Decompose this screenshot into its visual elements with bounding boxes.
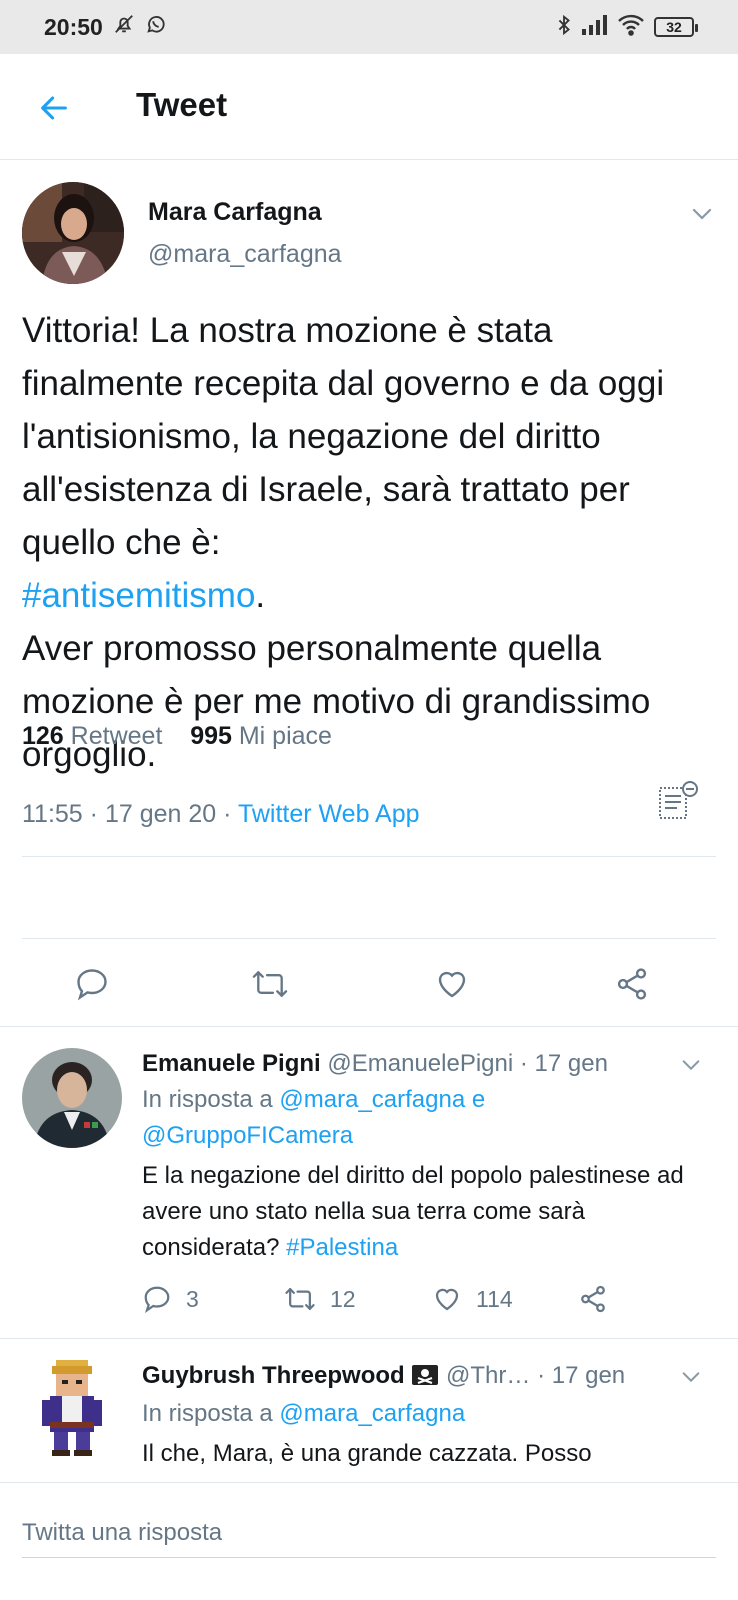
input-underline [22, 1557, 716, 1558]
reply-menu-button[interactable] [680, 1366, 702, 1388]
reply-like-count: 114 [476, 1285, 513, 1312]
tweet-source-link[interactable]: Twitter Web App [238, 800, 420, 828]
author-avatar[interactable] [22, 182, 124, 284]
reply-author-handle[interactable]: @Thr… [446, 1362, 530, 1389]
tweet-paragraph-1: Vittoria! La nostra mozione è stata fina… [22, 311, 665, 615]
reply-like-button[interactable]: 114 [432, 1284, 513, 1314]
whatsapp-icon [145, 13, 167, 41]
tweet-stats: 126 Retweet 995 Mi piace [22, 722, 332, 751]
tweet-menu-button[interactable] [690, 202, 714, 226]
reply-avatar[interactable] [22, 1358, 122, 1458]
mention-link[interactable]: @mara_carfagna [279, 1086, 465, 1113]
bluetooth-icon [556, 14, 572, 41]
tweet-meta: 11:55 · 17 gen 20 · Twitter Web App [22, 800, 420, 828]
battery-icon: 32 [654, 17, 698, 37]
like-button[interactable] [428, 960, 476, 1008]
tweet-date: 17 gen 20 [104, 800, 217, 828]
divider [22, 856, 716, 857]
author-name[interactable]: Mara Carfagna [148, 198, 322, 227]
reply-retweet-button[interactable]: 12 [284, 1284, 356, 1314]
section-divider [0, 1338, 738, 1339]
wifi-icon [618, 14, 644, 41]
retweet-stat[interactable]: 126 Retweet [22, 722, 162, 750]
share-button[interactable] [608, 960, 656, 1008]
author-handle[interactable]: @mara_carfagna [148, 240, 342, 269]
reply-menu-button[interactable] [680, 1054, 702, 1076]
reply-header: Emanuele Pigni @EmanuelePigni · 17 gen [142, 1050, 608, 1078]
arrow-left-icon [41, 96, 67, 120]
mention-link[interactable]: @mara_carfagna [279, 1400, 465, 1427]
tweet-time: 11:55 [22, 800, 83, 828]
reply-retweet-count: 12 [330, 1285, 356, 1312]
reply-author-name[interactable]: Emanuele Pigni [142, 1050, 321, 1077]
reply-author-name[interactable]: Guybrush Threepwood [142, 1362, 405, 1389]
hashtag-link[interactable]: #Palestina [286, 1234, 398, 1261]
divider [22, 938, 716, 939]
status-right: 32 [556, 14, 698, 41]
page-title: Tweet [136, 86, 228, 123]
status-left: 20:50 [44, 13, 167, 41]
reply-share-button[interactable] [578, 1284, 608, 1314]
reply-text: E la negazione del diritto del popolo pa… [142, 1162, 684, 1261]
back-button[interactable] [34, 88, 74, 128]
mute-icon [113, 13, 135, 41]
share-icon [617, 968, 647, 1000]
reply-context: In risposta a @mara_carfagna e [142, 1086, 486, 1113]
mention-link[interactable]: @GruppoFICamera [142, 1122, 353, 1149]
heart-icon [438, 971, 466, 998]
share-icon [581, 1285, 605, 1313]
reply-date: · 17 gen [537, 1362, 626, 1389]
hashtag-link[interactable]: #antisemitismo [22, 576, 255, 615]
signal-icon [582, 14, 608, 40]
tweet-activity-button[interactable] [656, 780, 700, 824]
reply-context-2: @GruppoFICamera [142, 1122, 353, 1150]
retweet-icon [252, 971, 288, 997]
retweet-icon [285, 1288, 315, 1310]
tweet-paragraph-2: Aver promosso personalmente quella mozio… [22, 629, 651, 774]
comment-icon [77, 969, 107, 1001]
status-bar: 20:50 32 [0, 0, 738, 54]
document-icon [659, 781, 698, 819]
status-time: 20:50 [44, 13, 103, 40]
chevron-down-icon [692, 208, 712, 220]
reply-reply-count: 3 [186, 1285, 199, 1312]
reply-button[interactable] [68, 960, 116, 1008]
reply-author-handle[interactable]: @EmanuelePigni [327, 1050, 513, 1077]
section-divider [0, 1026, 738, 1027]
retweet-button[interactable] [246, 960, 294, 1008]
reply-header: Guybrush Threepwood @Thr… · 17 gen [142, 1362, 625, 1394]
reply-reply-button[interactable]: 3 [142, 1284, 199, 1314]
tweet-actions [0, 960, 738, 1026]
comment-icon [144, 1286, 170, 1313]
top-app-bar: Tweet [0, 54, 738, 160]
pirate-flag-icon [411, 1363, 439, 1394]
chevron-down-icon [682, 1372, 700, 1383]
reply-input[interactable] [22, 1511, 716, 1555]
reply-actions: 3 12 114 [142, 1284, 702, 1324]
like-stat[interactable]: 995 Mi piace [190, 722, 332, 750]
reply-avatar[interactable] [22, 1048, 122, 1148]
reply-composer [0, 1482, 738, 1600]
heart-icon [435, 1288, 459, 1311]
reply-context: In risposta a @mara_carfagna [142, 1400, 466, 1427]
reply-date: · 17 gen [519, 1050, 608, 1077]
chevron-down-icon [682, 1060, 700, 1071]
tweet-text: Vittoria! La nostra mozione è stata fina… [22, 304, 722, 781]
reply-text: Il che, Mara, è una grande cazzata. Poss… [142, 1440, 592, 1467]
